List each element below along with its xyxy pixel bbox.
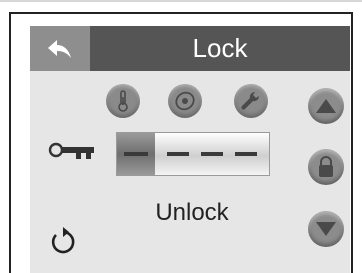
code-digit-1 bbox=[117, 133, 155, 175]
code-remaining-digits bbox=[155, 133, 269, 175]
frame-left-border bbox=[9, 12, 11, 273]
wrench-icon bbox=[241, 91, 260, 110]
code-dash bbox=[124, 152, 148, 156]
down-button[interactable] bbox=[308, 211, 344, 247]
code-dash bbox=[201, 152, 223, 156]
frame-right-border bbox=[351, 12, 353, 273]
lock-button[interactable] bbox=[308, 149, 344, 185]
up-button[interactable] bbox=[308, 88, 344, 124]
frame-top-border bbox=[9, 12, 353, 14]
wrench-button[interactable] bbox=[234, 84, 268, 118]
thermometer-icon bbox=[118, 90, 128, 112]
code-display[interactable] bbox=[116, 132, 270, 176]
page-title: Lock bbox=[90, 26, 350, 71]
padlock-icon bbox=[319, 156, 333, 177]
code-dash bbox=[167, 152, 189, 156]
header-bar: Lock bbox=[30, 26, 350, 71]
thermometer-button[interactable] bbox=[106, 84, 140, 118]
key-icon bbox=[48, 142, 94, 159]
down-arrow-icon bbox=[316, 222, 336, 236]
up-arrow-icon bbox=[316, 99, 336, 113]
code-dash bbox=[235, 152, 257, 156]
disc-icon bbox=[175, 91, 195, 111]
disc-button[interactable] bbox=[168, 84, 202, 118]
frame-top bbox=[0, 0, 362, 2]
back-arrow-icon bbox=[48, 39, 71, 58]
back-button[interactable] bbox=[30, 26, 90, 71]
refresh-icon[interactable] bbox=[48, 226, 78, 256]
lock-status: Unlock bbox=[155, 199, 229, 226]
lock-panel: Lock Unlock bbox=[30, 26, 350, 273]
